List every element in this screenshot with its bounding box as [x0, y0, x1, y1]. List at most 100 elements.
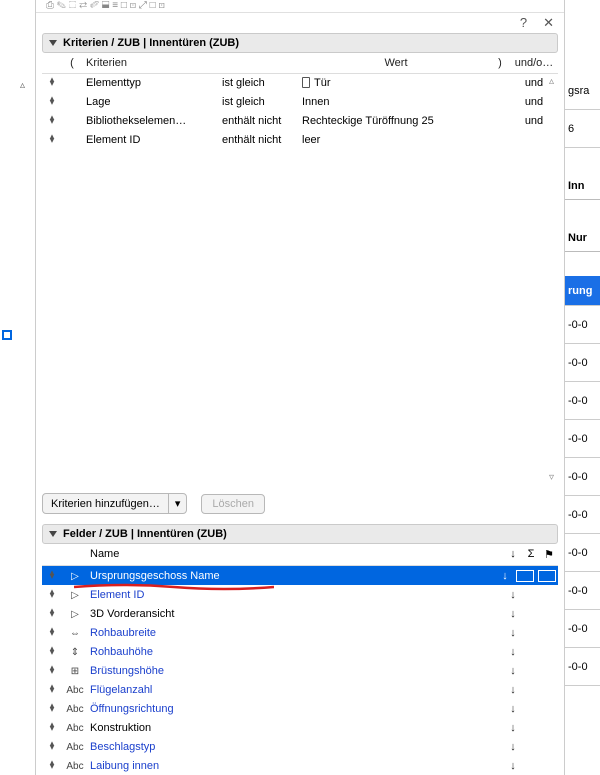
criteria-row[interactable]: ▴▾ Lageist gleichInnen und [42, 93, 558, 112]
reorder-handle-icon[interactable]: ▴▾ [42, 589, 62, 597]
close-button[interactable]: ✕ [543, 15, 554, 31]
criterion-value[interactable]: Rechteckige Türöffnung 25 [302, 115, 490, 127]
field-name: 3D Vorderansicht [88, 608, 504, 620]
reorder-handle-icon[interactable]: ▴▾ [42, 608, 62, 616]
reorder-handle-icon[interactable]: ▴▾ [42, 741, 62, 749]
field-row[interactable]: ▴▾ Abc Konstruktion↓ [42, 718, 558, 737]
field-type-icon: Abc [66, 723, 83, 734]
dialog-titlebar: ? ✕ [36, 13, 564, 33]
criterion-value[interactable]: leer [302, 134, 490, 146]
right-gutter-cell: -0-0 [565, 572, 600, 610]
criterion-value[interactable]: Innen [302, 96, 490, 108]
delete-button[interactable]: Löschen [201, 494, 265, 514]
reorder-handle-icon[interactable]: ▴▾ [42, 96, 62, 104]
col-sort[interactable]: ↓ [504, 548, 522, 561]
criterion-name[interactable]: Elementtyp [82, 77, 222, 89]
col-paren-close[interactable]: ) [490, 57, 510, 69]
reorder-handle-icon[interactable]: ▴▾ [42, 77, 62, 85]
reorder-handle-icon[interactable]: ▴▾ [42, 684, 62, 692]
field-name: Ursprungsgeschoss Name [88, 570, 496, 582]
field-type-icon: ▷ [71, 571, 79, 582]
reorder-handle-icon[interactable]: ▴▾ [42, 703, 62, 711]
criterion-op[interactable]: enthält nicht [222, 115, 302, 127]
right-gutter-cell: -0-0 [565, 648, 600, 686]
sort-arrow-icon[interactable]: ↓ [504, 627, 522, 639]
right-gutter-cell: 6 [565, 110, 600, 148]
reorder-handle-icon[interactable]: ▴▾ [42, 646, 62, 654]
scroll-up-icon[interactable]: ▵ [549, 76, 554, 87]
flag-checkbox[interactable] [538, 570, 556, 582]
field-row[interactable]: ▴▾⇕Rohbauhöhe↓ [42, 642, 558, 661]
right-gutter-cell: Inn [565, 172, 600, 200]
col-paren-open[interactable]: ( [62, 57, 82, 69]
col-value[interactable]: Wert [302, 57, 490, 69]
sort-arrow-icon[interactable]: ↓ [504, 703, 522, 715]
criterion-andor[interactable]: und [510, 96, 558, 108]
col-andor[interactable]: und/o… [510, 57, 558, 69]
reorder-handle-icon[interactable]: ▴▾ [42, 665, 62, 673]
col-name[interactable]: Name [88, 548, 504, 561]
dialog-main: ⎙ ✎ ⬚ ⇄ ✐ ⬓ ≡ □ ⊡ ⤢ □ ⊡ ? ✕ Kriterien / … [36, 0, 564, 775]
help-button[interactable]: ? [520, 15, 527, 30]
reorder-handle-icon[interactable]: ▴▾ [42, 627, 62, 635]
right-gutter-cell: gsra [565, 72, 600, 110]
field-row[interactable]: ▴▾AbcLaibung innen↓ [42, 756, 558, 775]
sort-arrow-icon[interactable]: ↓ [496, 570, 514, 582]
fields-table-body: ▴▾▷Ursprungsgeschoss Name↓▴▾▷Element ID↓… [42, 566, 558, 775]
sum-checkbox[interactable] [516, 570, 534, 582]
col-criteria[interactable]: Kriterien [82, 57, 222, 69]
add-criteria-button[interactable]: Kriterien hinzufügen… ▾ [42, 493, 187, 514]
sort-arrow-icon[interactable]: ↓ [504, 608, 522, 620]
criterion-op[interactable]: ist gleich [222, 96, 302, 108]
field-row[interactable]: ▴▾AbcÖffnungsrichtung↓ [42, 699, 558, 718]
criteria-row[interactable]: ▴▾ Element IDenthält nichtleer [42, 131, 558, 150]
reorder-handle-icon[interactable]: ▴▾ [42, 134, 62, 142]
criterion-andor[interactable]: und [510, 115, 558, 127]
criteria-table-header: ( Kriterien Wert ) und/o… [42, 53, 558, 74]
field-row[interactable]: ▴▾ Abc Flügelanzahl↓ [42, 680, 558, 699]
sort-arrow-icon[interactable]: ↓ [504, 646, 522, 658]
field-name: Flügelanzahl [88, 684, 504, 696]
sort-arrow-icon[interactable]: ↓ [504, 760, 522, 772]
criterion-op[interactable]: ist gleich [222, 77, 302, 89]
field-row[interactable]: ▴▾⇔Rohbaubreite↓ [42, 623, 558, 642]
field-row[interactable]: ▴▾⊞Brüstungshöhe↓ [42, 661, 558, 680]
reorder-handle-icon[interactable]: ▴▾ [42, 722, 62, 730]
sort-arrow-icon[interactable]: ↓ [504, 741, 522, 753]
field-name: Konstruktion [88, 722, 504, 734]
right-gutter-cell: -0-0 [565, 534, 600, 572]
criterion-name[interactable]: Bibliothekselemen… [82, 115, 222, 127]
criterion-op[interactable]: enthält nicht [222, 134, 302, 146]
field-name: Laibung innen [88, 760, 504, 772]
criterion-value[interactable]: Tür [302, 77, 490, 89]
field-type-icon: Abc [66, 685, 83, 696]
field-type-icon: Abc [66, 704, 83, 715]
sort-arrow-icon[interactable]: ↓ [504, 589, 522, 601]
disclosure-down-icon [49, 531, 57, 537]
right-gutter-cell: Nur [565, 224, 600, 252]
col-sum[interactable]: Σ [522, 548, 540, 561]
gutter-arrow-icon: ▵ [20, 80, 25, 91]
gutter-selection-marker [2, 330, 12, 340]
criteria-section-title: Kriterien / ZUB | Innentüren (ZUB) [63, 37, 239, 49]
scroll-down-icon[interactable]: ▿ [549, 472, 554, 483]
reorder-handle-icon[interactable]: ▴▾ [42, 115, 62, 123]
field-name: Beschlagstyp [88, 741, 504, 753]
fields-section-header[interactable]: Felder / ZUB | Innentüren (ZUB) [42, 524, 558, 544]
right-gutter-cell: -0-0 [565, 458, 600, 496]
field-row[interactable]: ▴▾AbcBeschlagstyp↓ [42, 737, 558, 756]
sort-arrow-icon[interactable]: ↓ [504, 684, 522, 696]
reorder-handle-icon[interactable]: ▴▾ [42, 570, 62, 578]
criteria-section-header[interactable]: Kriterien / ZUB | Innentüren (ZUB) [42, 33, 558, 53]
criterion-name[interactable]: Element ID [82, 134, 222, 146]
field-row[interactable]: ▴▾▷3D Vorderansicht↓ [42, 604, 558, 623]
criteria-row[interactable]: ▴▾ Bibliothekselemen…enthält nichtRechtec… [42, 112, 558, 131]
col-flag[interactable]: ⚑ [540, 548, 558, 561]
sort-arrow-icon[interactable]: ↓ [504, 665, 522, 677]
criterion-name[interactable]: Lage [82, 96, 222, 108]
reorder-handle-icon[interactable]: ▴▾ [42, 760, 62, 768]
sort-arrow-icon[interactable]: ↓ [504, 722, 522, 734]
add-criteria-label: Kriterien hinzufügen… [43, 495, 168, 513]
dropdown-arrow-icon[interactable]: ▾ [168, 494, 187, 513]
criteria-row[interactable]: ▴▾Elementtypist gleichTürund [42, 74, 558, 93]
